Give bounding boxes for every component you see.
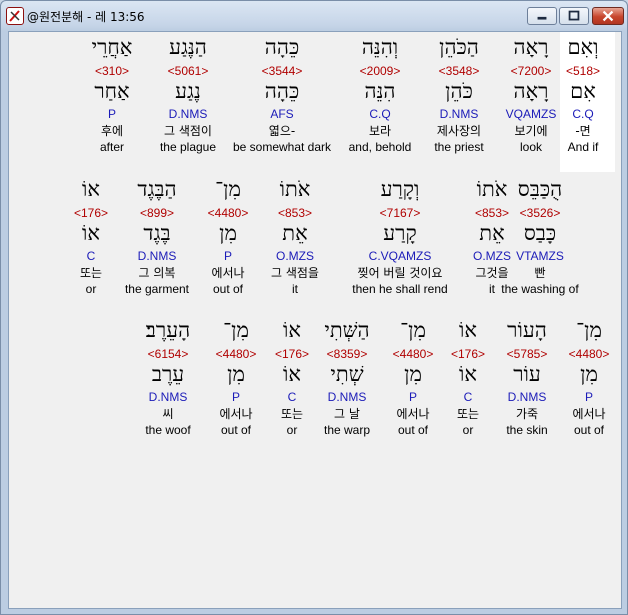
strong-number: <2009> — [359, 64, 401, 78]
strong-number: <310> — [94, 64, 130, 78]
morphology-code: C.VQAMZS — [368, 249, 432, 263]
korean-gloss: 엷으- — [268, 124, 296, 138]
english-gloss: be somewhat dark — [232, 140, 332, 154]
title-bar[interactable]: @원전분해 - 레 13:56 — [1, 1, 627, 32]
minimize-button[interactable] — [527, 7, 557, 25]
app-window: @원전분해 - 레 13:56 וְאִם <518> אִם C.Q -면 And if… — [0, 0, 628, 615]
lexical-form: קָרַע — [383, 221, 417, 245]
morphology-code: P — [107, 107, 116, 121]
hebrew-word: וְהִנֵּה — [361, 35, 399, 59]
strong-number: <176> — [73, 206, 109, 220]
hebrew-word: אַחֲרֵי — [91, 35, 133, 59]
korean-gloss: 찢어 버릴 것이요 — [357, 266, 443, 280]
hebrew-word: וְקָרַע — [380, 177, 420, 201]
lexical-form: אוֹ — [82, 221, 100, 245]
korean-gloss: 후에 — [100, 124, 124, 138]
word-cell[interactable]: כֵּהָה <3544> כֵּהָה AFS 엷으-be somewhat dark — [227, 36, 337, 156]
strong-number: <3544> — [261, 64, 303, 78]
maximize-button[interactable] — [559, 7, 589, 25]
word-cell[interactable]: הָעֵרֶב׃ <6154> עֵרֶב D.NMS 씨 the woof — [113, 319, 223, 439]
morphology-code: C — [86, 249, 96, 263]
english-gloss: the woof — [145, 423, 191, 437]
morphology-code: D.NMS — [148, 390, 188, 404]
word-cell[interactable]: אַחֲרֵי <310> אַחַר P 후에 after — [57, 36, 167, 156]
english-gloss: or — [85, 282, 97, 296]
morphology-code: C.Q — [369, 107, 391, 121]
word-cell[interactable]: וְהִנֵּה <2009> הִנֵּה C.Q 보라 and, behold — [325, 36, 435, 156]
english-gloss: and, behold — [348, 140, 412, 154]
hebrew-word: אוֹ — [82, 177, 100, 201]
close-icon — [602, 10, 614, 22]
minimize-icon — [537, 16, 547, 20]
close-button[interactable] — [592, 7, 624, 25]
english-gloss: after — [99, 140, 124, 154]
hebrew-word: כֵּהָה — [264, 35, 300, 59]
hebrew-word: הָעֵרֶב׃ — [145, 318, 191, 342]
strong-number: <6154> — [147, 347, 189, 361]
window-title: @원전분해 - 레 13:56 — [27, 10, 145, 24]
maximize-icon — [568, 10, 580, 21]
lexical-form: הִנֵּה — [364, 79, 396, 103]
app-icon[interactable] — [6, 7, 24, 25]
lexical-form: עֵרֶב — [151, 362, 185, 386]
english-gloss: then he shall rend — [352, 282, 448, 296]
verse-analysis-panel: וְאִם <518> אִם C.Q -면 And if רָאָה <7200> רָאָה… — [8, 31, 622, 609]
lexical-form: אַחַר — [94, 79, 130, 103]
word-cell[interactable]: אוֹ <176> אוֹ C 또는 or — [36, 178, 146, 298]
korean-gloss: 또는 — [79, 266, 103, 280]
morphology-code: AFS — [270, 107, 294, 121]
korean-gloss: 보라 — [368, 124, 392, 138]
lexical-form: כֵּהָה — [264, 79, 300, 103]
strong-number: <7167> — [379, 206, 421, 220]
word-cell[interactable]: וְקָרַע <7167> קָרַע C.VQAMZS 찢어 버릴 것이요 then … — [345, 178, 455, 298]
korean-gloss: 씨 — [162, 407, 174, 421]
